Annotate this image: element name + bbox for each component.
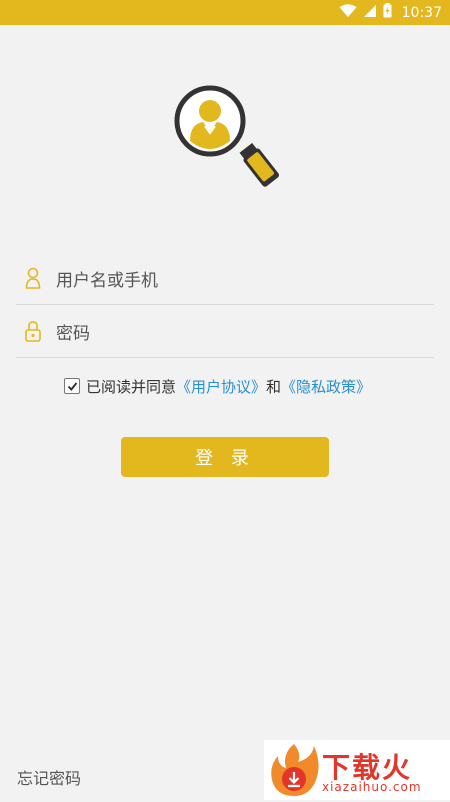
status-time: 10:37 bbox=[401, 4, 442, 21]
username-field[interactable]: 用户名或手机 bbox=[16, 252, 434, 305]
privacy-policy-link[interactable]: 《隐私政策》 bbox=[281, 376, 371, 397]
user-agreement-link[interactable]: 《用户协议》 bbox=[176, 376, 266, 397]
status-bar: 10:37 bbox=[0, 0, 450, 25]
watermark: 下载火 xiazaihuo.com bbox=[264, 740, 450, 800]
user-icon bbox=[16, 267, 50, 289]
signal-icon bbox=[363, 3, 377, 22]
watermark-url: xiazaihuo.com bbox=[322, 780, 422, 794]
checkmark-icon bbox=[67, 381, 77, 391]
password-input[interactable]: 密码 bbox=[56, 319, 90, 344]
login-button[interactable]: 登 录 bbox=[121, 437, 329, 477]
agreement-row: 已阅读并同意 《用户协议》 和 《隐私政策》 bbox=[64, 374, 371, 398]
wifi-icon bbox=[339, 3, 357, 22]
lock-icon bbox=[16, 320, 50, 342]
password-field[interactable]: 密码 bbox=[16, 305, 434, 358]
forgot-password-link[interactable]: 忘记密码 bbox=[17, 765, 81, 789]
agreement-and: 和 bbox=[266, 377, 282, 396]
app-logo bbox=[172, 83, 280, 189]
agreement-prefix: 已阅读并同意 bbox=[86, 377, 177, 396]
battery-icon bbox=[383, 3, 392, 22]
username-input[interactable]: 用户名或手机 bbox=[56, 266, 158, 291]
agreement-checkbox[interactable] bbox=[64, 378, 80, 394]
flame-logo-icon bbox=[268, 742, 320, 802]
